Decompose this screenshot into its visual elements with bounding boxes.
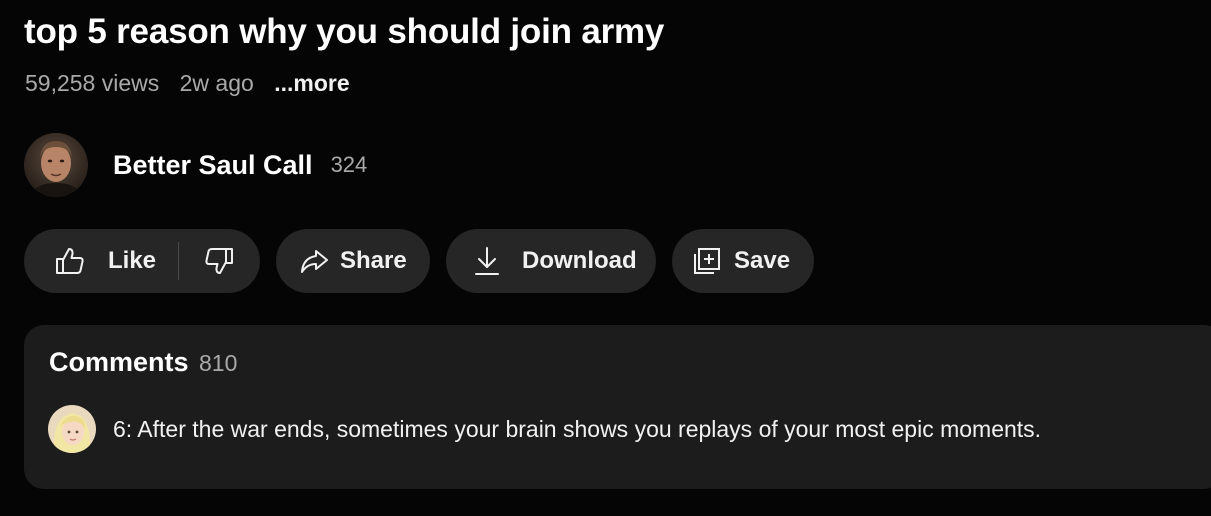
like-label: Like	[108, 247, 157, 274]
thumbs-down-icon	[203, 245, 235, 277]
thumbs-up-icon	[54, 245, 86, 277]
share-button[interactable]: Share	[276, 229, 430, 293]
share-label: Share	[340, 247, 407, 274]
comments-title: Comments	[49, 347, 189, 377]
share-arrow-icon	[298, 245, 330, 277]
download-label: Download	[522, 247, 637, 274]
like-button[interactable]: Like	[54, 245, 156, 277]
like-divider	[178, 242, 180, 280]
subscriber-count: 324	[330, 152, 368, 177]
comments-header: Comments 810	[49, 347, 237, 378]
action-bar: Like Share Download Save	[24, 229, 814, 293]
comments-card[interactable]: Comments 810 6: After the war ends, some…	[24, 325, 1211, 489]
download-button[interactable]: Download	[446, 229, 656, 293]
playlist-add-icon	[692, 246, 722, 276]
download-icon	[472, 245, 502, 277]
video-meta[interactable]: 59,258 views 2w ago ...more	[25, 70, 364, 97]
channel-avatar[interactable]	[24, 133, 88, 197]
more-button[interactable]: ...more	[274, 70, 349, 96]
save-label: Save	[734, 247, 791, 274]
commenter-avatar[interactable]	[48, 405, 96, 453]
upload-age: 2w ago	[179, 70, 254, 96]
channel-name[interactable]: Better Saul Call	[113, 150, 313, 181]
view-count: 59,258 views	[25, 70, 160, 96]
channel-row: Better Saul Call 324	[24, 133, 367, 197]
comments-count: 810	[198, 350, 238, 376]
comment-text: 6: After the war ends, sometimes your br…	[113, 415, 1042, 442]
like-dislike-group: Like	[24, 229, 260, 293]
video-title: top 5 reason why you should join army	[24, 12, 665, 51]
top-comment[interactable]: 6: After the war ends, sometimes your br…	[48, 405, 1041, 453]
video-details-page: top 5 reason why you should join army 59…	[0, 0, 1211, 516]
save-button[interactable]: Save	[672, 229, 814, 293]
dislike-button[interactable]	[203, 245, 235, 277]
